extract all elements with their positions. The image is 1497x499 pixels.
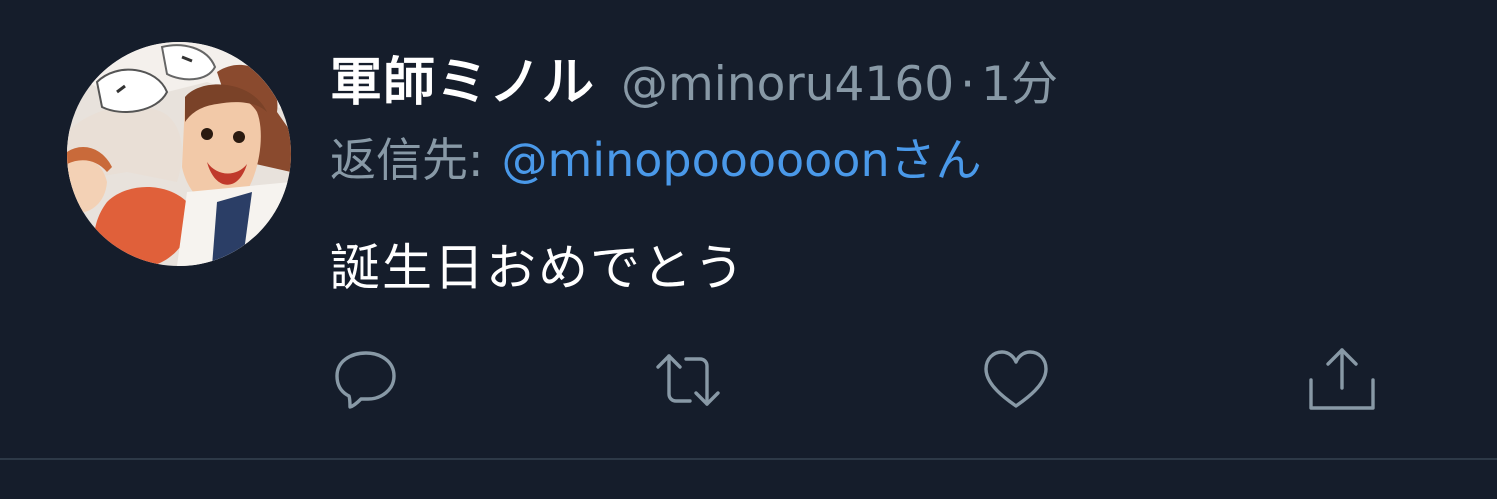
retweet-button[interactable] — [652, 344, 724, 416]
reply-context: 返信先: @minopoooooonさん — [330, 124, 982, 190]
reply-icon — [335, 351, 396, 409]
share-button[interactable] — [1306, 344, 1378, 416]
reply-prefix: 返信先: — [330, 133, 484, 187]
user-handle[interactable]: @minoru4160 — [621, 57, 954, 112]
tweet-card[interactable]: 軍師ミノル @minoru4160 · 1分 返信先: @minopoooooo… — [0, 0, 1497, 499]
separator-dot: · — [960, 57, 976, 112]
display-name[interactable]: 軍師ミノル — [330, 40, 595, 115]
heart-icon — [984, 350, 1048, 408]
share-icon — [1309, 348, 1375, 410]
reply-target-link[interactable]: @minopoooooonさん — [502, 124, 982, 190]
retweet-icon — [656, 354, 720, 406]
timestamp[interactable]: 1分 — [981, 45, 1058, 114]
like-button[interactable] — [980, 344, 1052, 416]
avatar[interactable] — [67, 42, 291, 266]
divider — [0, 458, 1497, 460]
reply-button[interactable] — [330, 344, 402, 416]
tweet-text: 誕生日おめでとう — [330, 239, 746, 297]
tweet-header: 軍師ミノル @minoru4160 · 1分 — [330, 40, 1058, 113]
